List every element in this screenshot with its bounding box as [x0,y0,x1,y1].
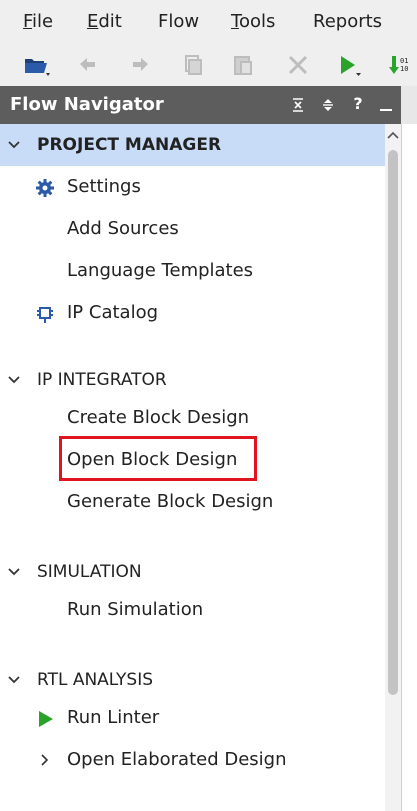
program-device-icon[interactable]: 01 10 [386,50,416,80]
item-label: Generate Block Design [67,491,274,512]
panel-title: Flow Navigator [10,94,164,115]
item-open-elaborated-design[interactable]: Open Elaborated Design [0,739,385,781]
ip-plug-icon [37,307,53,323]
run-icon[interactable] [333,50,363,80]
section-simulation[interactable]: SIMULATION [0,551,385,593]
item-settings[interactable]: Settings [0,166,385,208]
section-label: SIMULATION [37,562,142,582]
collapse-all-icon[interactable] [290,97,306,113]
minimize-icon[interactable] [378,97,394,113]
panel-edge [401,86,417,124]
item-label: Run Linter [67,707,160,728]
vertical-scrollbar[interactable] [385,124,401,811]
section-rtl-analysis[interactable]: RTL ANALYSIS [0,659,385,701]
menu-flow[interactable]: Flow [158,11,199,32]
item-label: Create Block Design [67,407,250,428]
item-add-sources[interactable]: Add Sources [0,208,385,250]
toolbar: 01 10 [0,44,417,87]
play-icon [39,711,53,727]
item-label: Settings [67,176,141,197]
item-run-simulation[interactable]: Run Simulation [0,589,385,631]
chevron-down-icon[interactable] [7,566,21,578]
chevron-down-icon[interactable] [7,139,21,151]
section-project-manager[interactable]: PROJECT MANAGER [0,124,385,166]
svg-text:10: 10 [400,65,408,73]
item-label: Language Templates [67,260,254,281]
chevron-down-icon[interactable] [7,374,21,386]
flow-navigator-header: Flow Navigator ? [0,86,401,124]
gear-icon [36,179,54,197]
delete-icon[interactable] [283,50,313,80]
section-label: PROJECT MANAGER [37,135,222,155]
item-generate-block-design[interactable]: Generate Block Design [0,481,385,523]
redo-icon[interactable] [124,50,154,80]
item-label: Open Elaborated Design [67,749,287,770]
expand-all-icon[interactable] [320,97,336,113]
menu-reports[interactable]: Reports [313,11,382,32]
item-ip-catalog[interactable]: IP Catalog [0,292,385,334]
help-icon[interactable]: ? [350,94,366,113]
item-label: IP Catalog [67,302,159,323]
item-label: Run Simulation [67,599,204,620]
undo-icon[interactable] [74,50,104,80]
panel-border [401,124,417,811]
menu-tools[interactable]: Tools [231,11,275,32]
item-run-linter[interactable]: Run Linter [0,697,385,739]
chevron-down-icon[interactable] [7,674,21,686]
highlight-box [59,436,257,481]
scrollbar-thumb[interactable] [388,150,398,695]
section-ip-integrator[interactable]: IP INTEGRATOR [0,359,385,401]
chevron-right-icon[interactable] [40,753,50,767]
copy-icon[interactable] [178,50,208,80]
open-folder-icon[interactable] [22,50,52,80]
item-create-block-design[interactable]: Create Block Design [0,397,385,439]
section-label: IP INTEGRATOR [37,370,167,390]
section-label: RTL ANALYSIS [37,670,154,690]
chevron-up-icon[interactable] [387,130,399,140]
item-label: Add Sources [67,218,179,239]
menu-edit[interactable]: Edit [87,11,122,32]
paste-icon[interactable] [228,50,258,80]
menu-file[interactable]: File [23,11,53,32]
item-language-templates[interactable]: Language Templates [0,250,385,292]
svg-text:01: 01 [400,57,408,65]
menu-bar: File Edit Flow Tools Reports [0,0,417,44]
